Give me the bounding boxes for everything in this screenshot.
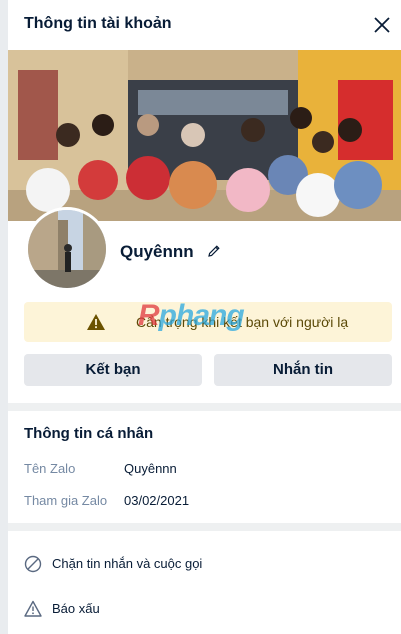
zalo-name-label: Tên Zalo (24, 461, 76, 476)
join-date-label: Tham gia Zalo (24, 493, 108, 508)
close-icon[interactable] (371, 14, 393, 36)
section-divider (8, 523, 401, 531)
profile-name: Quyênnn (120, 242, 194, 261)
personal-info-title: Thông tin cá nhân (24, 425, 154, 442)
block-action-label: Chặn tin nhắn và cuộc gọi (52, 556, 203, 571)
cover-photo[interactable] (8, 50, 401, 221)
add-friend-button[interactable]: Kết bạn (24, 354, 202, 386)
avatar[interactable] (25, 207, 109, 291)
panel-title: Thông tin tài khoản (24, 15, 172, 32)
block-messages-calls-button[interactable]: Chặn tin nhắn và cuộc gọi (24, 553, 384, 577)
stranger-warning-banner: Cẩn trọng khi kết bạn với người lạ (24, 302, 392, 342)
report-action-label: Báo xấu (52, 601, 100, 616)
section-divider (8, 403, 401, 411)
report-button[interactable]: Báo xấu (24, 598, 384, 622)
account-info-panel: Thông tin tài khoản Quyênnn Cẩn trọng kh… (8, 0, 401, 634)
pencil-icon[interactable] (206, 243, 222, 259)
zalo-name-value: Quyênnn (124, 461, 177, 476)
warning-icon (24, 600, 42, 617)
warning-triangle-icon (87, 314, 105, 330)
join-date-value: 03/02/2021 (124, 493, 190, 508)
message-button[interactable]: Nhắn tin (214, 354, 392, 386)
block-icon (24, 555, 42, 573)
panel-header: Thông tin tài khoản (8, 0, 401, 51)
warning-text: Cẩn trọng khi kết bạn với người lạ (136, 314, 349, 330)
